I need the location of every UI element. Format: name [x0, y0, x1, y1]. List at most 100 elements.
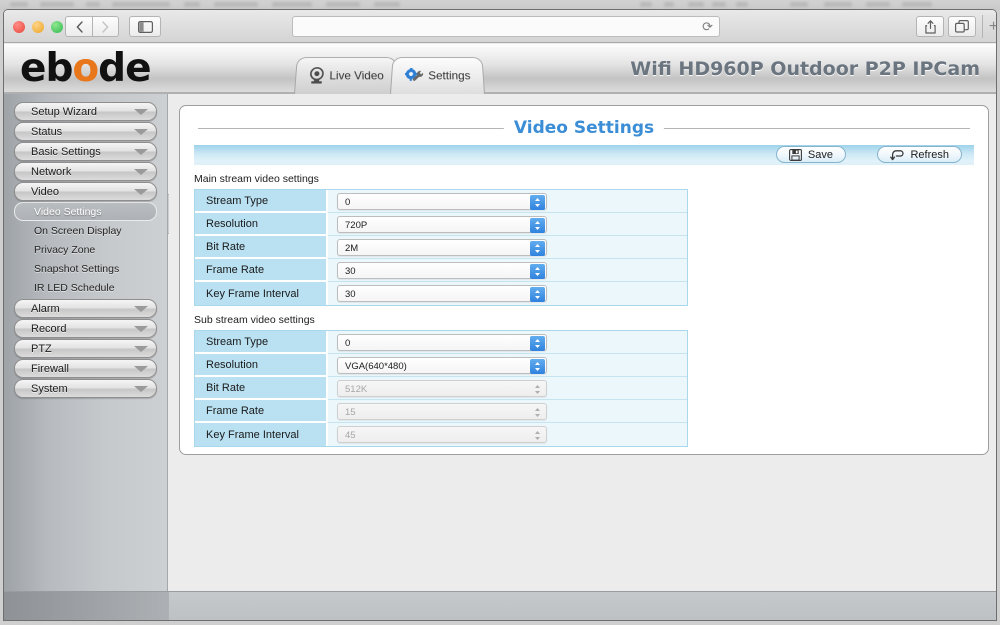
sub-stream-type-select[interactable]: 0 — [337, 333, 547, 351]
row-value: 512K — [328, 377, 687, 400]
video-submenu: Video Settings On Screen Display Privacy… — [14, 202, 157, 297]
sub-resolution-select[interactable]: VGA(640*480) — [337, 356, 547, 374]
show-all-tabs-button[interactable] — [948, 16, 976, 37]
select-value: 512K — [345, 383, 368, 395]
sidebar-item-alarm[interactable]: Alarm — [14, 299, 157, 318]
sidebar-subitem-label: Snapshot Settings — [34, 262, 120, 275]
sidebar-subitem-label: Video Settings — [34, 205, 102, 218]
sidebar-subitem-video-settings[interactable]: Video Settings — [14, 202, 157, 221]
page-body: Setup Wizard Status Basic Settings Netwo… — [4, 94, 996, 620]
row-label: Frame Rate — [195, 400, 328, 423]
forward-button[interactable] — [92, 16, 119, 37]
sidebar-subitem-ir-led-schedule[interactable]: IR LED Schedule — [14, 278, 157, 297]
chevron-down-icon — [134, 129, 148, 135]
sidebar-item-network[interactable]: Network — [14, 162, 157, 181]
row-label: Stream Type — [195, 331, 328, 354]
chevron-down-icon — [134, 149, 148, 155]
row-label: Key Frame Interval — [195, 282, 328, 305]
select-value: 15 — [345, 406, 356, 418]
refresh-button[interactable]: Refresh — [877, 146, 962, 163]
stream-type-select[interactable]: 0 — [337, 192, 547, 210]
ebode-logo: ebode — [20, 46, 152, 92]
row-label: Key Frame Interval — [195, 423, 328, 446]
sub-frame-rate-select: 15 — [337, 402, 547, 420]
bit-rate-select[interactable]: 2M — [337, 238, 547, 256]
new-tab-label: + — [989, 18, 996, 35]
chevron-down-icon — [134, 326, 148, 332]
tab-live-video-label: Live Video — [329, 68, 385, 83]
sidebar-item-label: Basic Settings — [31, 145, 101, 158]
address-bar[interactable]: ⟳ — [292, 16, 720, 37]
logo-text-part2: de — [98, 46, 151, 91]
chevron-down-icon — [134, 366, 148, 372]
video-settings-panel: Video Settings Save Refresh Main stream … — [179, 105, 989, 455]
key-frame-interval-select[interactable]: 30 — [337, 285, 547, 302]
back-button[interactable] — [65, 16, 92, 37]
chevron-updown-icon — [530, 358, 545, 374]
row-value: 30 — [328, 282, 687, 305]
sidebar-item-ptz[interactable]: PTZ — [14, 339, 157, 358]
sidebar-item-basic-settings[interactable]: Basic Settings — [14, 142, 157, 161]
table-row: Stream Type 0 — [195, 190, 687, 213]
sidebar-item-label: Alarm — [31, 302, 60, 315]
row-label: Bit Rate — [195, 377, 328, 400]
sub-stream-section-label: Sub stream video settings — [194, 314, 315, 326]
minimize-window-button[interactable] — [32, 21, 44, 33]
row-label: Frame Rate — [195, 259, 328, 282]
new-tab-button[interactable]: + — [982, 15, 996, 38]
resolution-select[interactable]: 720P — [337, 215, 547, 233]
sidebar-item-record[interactable]: Record — [14, 319, 157, 338]
select-value: 0 — [345, 337, 351, 349]
sidebar-item-label: System — [31, 382, 68, 395]
select-value: 2M — [345, 242, 359, 254]
refresh-button-label: Refresh — [910, 148, 949, 161]
sub-stream-settings-table: Stream Type 0 Resolution VGA(640*480) Bi… — [194, 330, 688, 447]
zoom-window-button[interactable] — [51, 21, 63, 33]
sidebar-item-setup-wizard[interactable]: Setup Wizard — [14, 102, 157, 121]
table-row: Key Frame Interval 30 — [195, 282, 687, 305]
save-button[interactable]: Save — [775, 146, 846, 163]
sidebar-item-firewall[interactable]: Firewall — [14, 359, 157, 378]
close-window-button[interactable] — [13, 21, 25, 33]
page-title: Video Settings — [503, 114, 665, 142]
chevron-updown-icon — [530, 217, 545, 233]
main-stream-section-label: Main stream video settings — [194, 173, 319, 185]
tab-settings[interactable]: Settings — [390, 57, 486, 94]
sidebar-item-status[interactable]: Status — [14, 122, 157, 141]
tab-live-video[interactable]: Live Video — [294, 57, 399, 94]
sidebar-subitem-label: On Screen Display — [34, 224, 122, 237]
row-value: 0 — [328, 190, 687, 213]
gear-wrench-icon — [404, 67, 424, 81]
chevron-down-icon — [134, 306, 148, 312]
sidebar-toggle-button[interactable] — [129, 16, 161, 37]
sidebar-subitem-on-screen-display[interactable]: On Screen Display — [14, 221, 157, 240]
sidebar-item-label: Record — [31, 322, 67, 335]
content-area: Video Settings Save Refresh Main stream … — [169, 94, 996, 591]
sidebar-item-label: Network — [31, 165, 72, 178]
screen: ⟳ + ebode — [0, 0, 1000, 625]
row-value: 15 — [328, 400, 687, 423]
sidebar-icon — [137, 20, 153, 33]
sidebar-item-label: Video — [31, 185, 59, 198]
chevron-left-icon — [75, 20, 83, 33]
chevron-right-icon — [102, 20, 109, 33]
sidebar-item-system[interactable]: System — [14, 379, 157, 398]
product-title: Wifi HD960P Outdoor P2P IPCam — [630, 58, 980, 80]
frame-rate-select[interactable]: 30 — [337, 261, 547, 279]
row-label: Resolution — [195, 213, 328, 236]
sidebar-subitem-label: IR LED Schedule — [34, 281, 115, 294]
sub-bit-rate-select: 512K — [337, 379, 547, 397]
logo-accent-o: o — [72, 46, 99, 91]
table-row: Resolution VGA(640*480) — [195, 354, 687, 377]
footer-right-fill — [169, 592, 996, 620]
sidebar-item-video[interactable]: Video — [14, 182, 157, 201]
row-value: 45 — [328, 423, 687, 446]
browser-window: ⟳ + ebode — [3, 9, 997, 621]
sidebar-subitem-snapshot-settings[interactable]: Snapshot Settings — [14, 259, 157, 278]
share-button[interactable] — [916, 16, 944, 37]
chevron-updown-icon — [530, 405, 545, 420]
reload-icon[interactable]: ⟳ — [702, 20, 713, 34]
sidebar-subitem-privacy-zone[interactable]: Privacy Zone — [14, 240, 157, 259]
sidebar: Setup Wizard Status Basic Settings Netwo… — [4, 94, 168, 591]
chevron-down-icon — [134, 169, 148, 175]
